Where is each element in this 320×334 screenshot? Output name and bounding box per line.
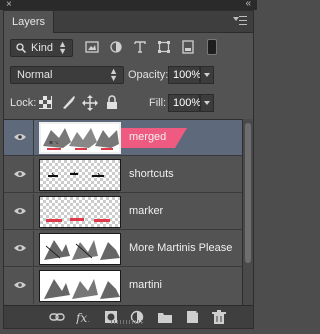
layer-row-marker[interactable]: marker: [4, 194, 242, 230]
svg-text:fx: fx: [76, 311, 87, 324]
blend-mode-value: Normal: [17, 69, 53, 81]
eye-icon: [14, 134, 26, 140]
visibility-toggle[interactable]: [4, 120, 34, 156]
opacity-input[interactable]: 100%: [168, 66, 202, 84]
delete-layer-trash-icon[interactable]: [211, 310, 227, 324]
fill-value: 100%: [173, 97, 202, 109]
new-group-folder-icon[interactable]: [157, 310, 173, 324]
fill-dropdown-button[interactable]: [200, 94, 214, 112]
adjustment-filter-icon[interactable]: [108, 39, 124, 55]
visibility-toggle[interactable]: [4, 194, 34, 230]
layers-panel: Layers Kind ▲ ▼ Normal ▲ ▼ Opacity: 100%…: [3, 10, 254, 329]
scrollbar-thumb[interactable]: [245, 123, 251, 263]
svg-text:⌘ ⌥: ⌘ ⌥: [49, 140, 59, 145]
layer-name: More Martinis Please: [129, 242, 233, 254]
lock-position-move-icon[interactable]: [82, 95, 98, 111]
filter-row: Kind ▲ ▼: [4, 39, 253, 57]
filter-kind-select[interactable]: Kind ▲ ▼: [10, 39, 73, 57]
layers-bottom-toolbar: fx . .: [4, 305, 253, 328]
layer-name: merged: [129, 131, 167, 143]
eye-icon: [14, 208, 26, 214]
filter-toggle-switch[interactable]: [207, 39, 217, 55]
smart-object-filter-icon[interactable]: [180, 39, 196, 55]
layer-name: shortcuts: [129, 168, 174, 180]
close-panel-icon[interactable]: ×: [6, 0, 12, 10]
lock-image-pixels-brush-icon[interactable]: [60, 95, 76, 110]
svg-text:.: .: [88, 318, 90, 324]
layer-name: martini: [129, 279, 163, 291]
chevron-updown-icon: ▲ ▼: [109, 66, 118, 83]
fill-label: Fill:: [149, 97, 167, 109]
layers-scrollbar[interactable]: [242, 119, 253, 305]
layer-row-shortcuts[interactable]: shortcuts: [4, 157, 242, 193]
eye-icon: [14, 282, 26, 288]
visibility-toggle[interactable]: [4, 231, 34, 267]
tab-layers[interactable]: Layers: [4, 11, 54, 33]
layer-thumbnail: [39, 233, 121, 265]
fill-input[interactable]: 100%: [168, 94, 202, 112]
blend-row: Normal ▲ ▼ Opacity: 100%: [4, 66, 253, 84]
shape-filter-icon[interactable]: [156, 39, 172, 55]
layer-row-more-martinis-please[interactable]: More Martinis Please: [4, 231, 242, 267]
eye-icon: [14, 245, 26, 251]
layer-thumbnail: [39, 196, 121, 228]
pixel-filter-icon[interactable]: [84, 39, 100, 55]
opacity-dropdown-button[interactable]: [200, 66, 214, 84]
layers-list: ⌘ ⌥ merged shortcuts marker More Martini…: [4, 119, 242, 305]
layer-row-martini[interactable]: martini: [4, 268, 242, 304]
chevron-updown-icon: ▲ ▼: [58, 39, 67, 56]
eye-icon: [14, 171, 26, 177]
panel-tab-bar: Layers: [4, 11, 253, 33]
new-layer-icon[interactable]: [184, 310, 200, 324]
layer-thumbnail: ⌘ ⌥: [39, 122, 121, 154]
panel-resize-grip[interactable]: [111, 320, 143, 324]
visibility-toggle[interactable]: [4, 268, 34, 304]
layer-style-fx-icon[interactable]: fx .: [76, 310, 92, 324]
blend-mode-select[interactable]: Normal ▲ ▼: [10, 66, 124, 84]
link-layers-icon[interactable]: [49, 310, 65, 324]
search-icon: [16, 43, 26, 53]
lock-label: Lock:: [10, 97, 37, 109]
tab-layers-label: Layers: [12, 16, 46, 28]
visibility-toggle[interactable]: [4, 157, 34, 193]
lock-transparent-pixels-icon[interactable]: [39, 96, 52, 109]
panel-menu-icon[interactable]: [233, 15, 247, 27]
filter-kind-label: Kind: [31, 42, 54, 54]
lock-all-icon[interactable]: [106, 95, 118, 110]
layer-row-merged[interactable]: ⌘ ⌥ merged: [4, 120, 242, 156]
collapse-panel-icon[interactable]: «: [245, 0, 251, 9]
lock-row: Lock: Fill: 100%: [4, 94, 253, 112]
layer-thumbnail: [39, 270, 121, 302]
opacity-label: Opacity:: [128, 69, 169, 81]
layer-thumbnail: [39, 159, 121, 191]
layer-name: marker: [129, 205, 164, 217]
window-title-strip: × «: [0, 0, 257, 10]
opacity-value: 100%: [173, 69, 202, 81]
type-filter-icon[interactable]: [132, 39, 148, 55]
